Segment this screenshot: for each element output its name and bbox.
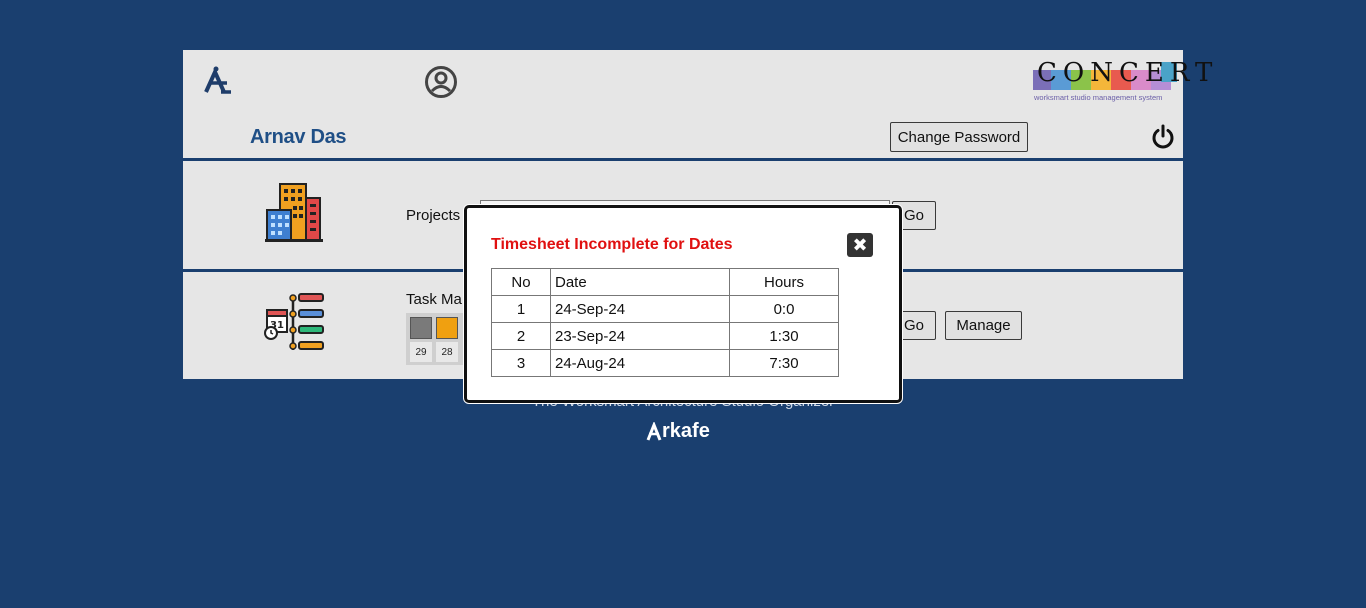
row-no: 2 — [491, 322, 551, 350]
task-count-grey: 29 — [410, 342, 432, 362]
buildings-icon[interactable] — [263, 180, 325, 249]
footer-logo[interactable]: rkafe — [646, 420, 710, 443]
modal-title: Timesheet Incomplete for Dates — [491, 236, 733, 253]
row-hours: 1:30 — [729, 322, 839, 350]
task-status-orange[interactable] — [436, 317, 458, 339]
task-status-grey[interactable] — [410, 317, 432, 339]
task-count-orange: 28 — [436, 342, 458, 362]
arkafe-logo-icon — [646, 421, 662, 441]
row-no: 1 — [491, 295, 551, 323]
task-timeline-icon[interactable]: 31 — [263, 292, 327, 359]
row-hours: 7:30 — [729, 349, 839, 377]
header-divider — [183, 158, 1183, 161]
table-row: 3 24-Aug-24 7:30 — [491, 349, 839, 377]
table-header-row: No Date Hours — [491, 268, 839, 296]
tasks-label: Task Ma — [406, 291, 462, 308]
column-header-no: No — [491, 268, 551, 296]
row-date: 24-Sep-24 — [550, 295, 730, 323]
close-icon[interactable]: ✖ — [847, 233, 873, 257]
user-profile-icon[interactable] — [424, 65, 458, 104]
tasks-manage-button[interactable]: Manage — [945, 311, 1022, 340]
projects-label: Projects — [406, 207, 461, 224]
table-row: 1 24-Sep-24 0:0 — [491, 295, 839, 323]
row-no: 3 — [491, 349, 551, 377]
row-hours: 0:0 — [729, 295, 839, 323]
timesheet-modal: Timesheet Incomplete for Dates ✖ No Date… — [464, 205, 902, 403]
concert-logo-text: CONCERT — [1037, 58, 1219, 88]
change-password-button[interactable]: Change Password — [890, 122, 1028, 152]
power-icon[interactable] — [1150, 124, 1176, 155]
arkafe-home-icon[interactable] — [203, 66, 233, 99]
user-name: Arnav Das — [250, 126, 347, 148]
column-header-hours: Hours — [729, 268, 839, 296]
concert-logo: CONCERT worksmart studio management syst… — [1033, 58, 1212, 104]
row-date: 24-Aug-24 — [550, 349, 730, 377]
task-status-strip[interactable]: 29 28 — [406, 313, 466, 365]
row-date: 23-Sep-24 — [550, 322, 730, 350]
column-header-date: Date — [550, 268, 730, 296]
timesheet-table: No Date Hours 1 24-Sep-24 0:0 2 23-Sep-2… — [491, 268, 839, 377]
footer-brand: rkafe — [662, 420, 710, 442]
concert-logo-tagline: worksmart studio management system — [1034, 93, 1163, 102]
table-row: 2 23-Sep-24 1:30 — [491, 322, 839, 350]
